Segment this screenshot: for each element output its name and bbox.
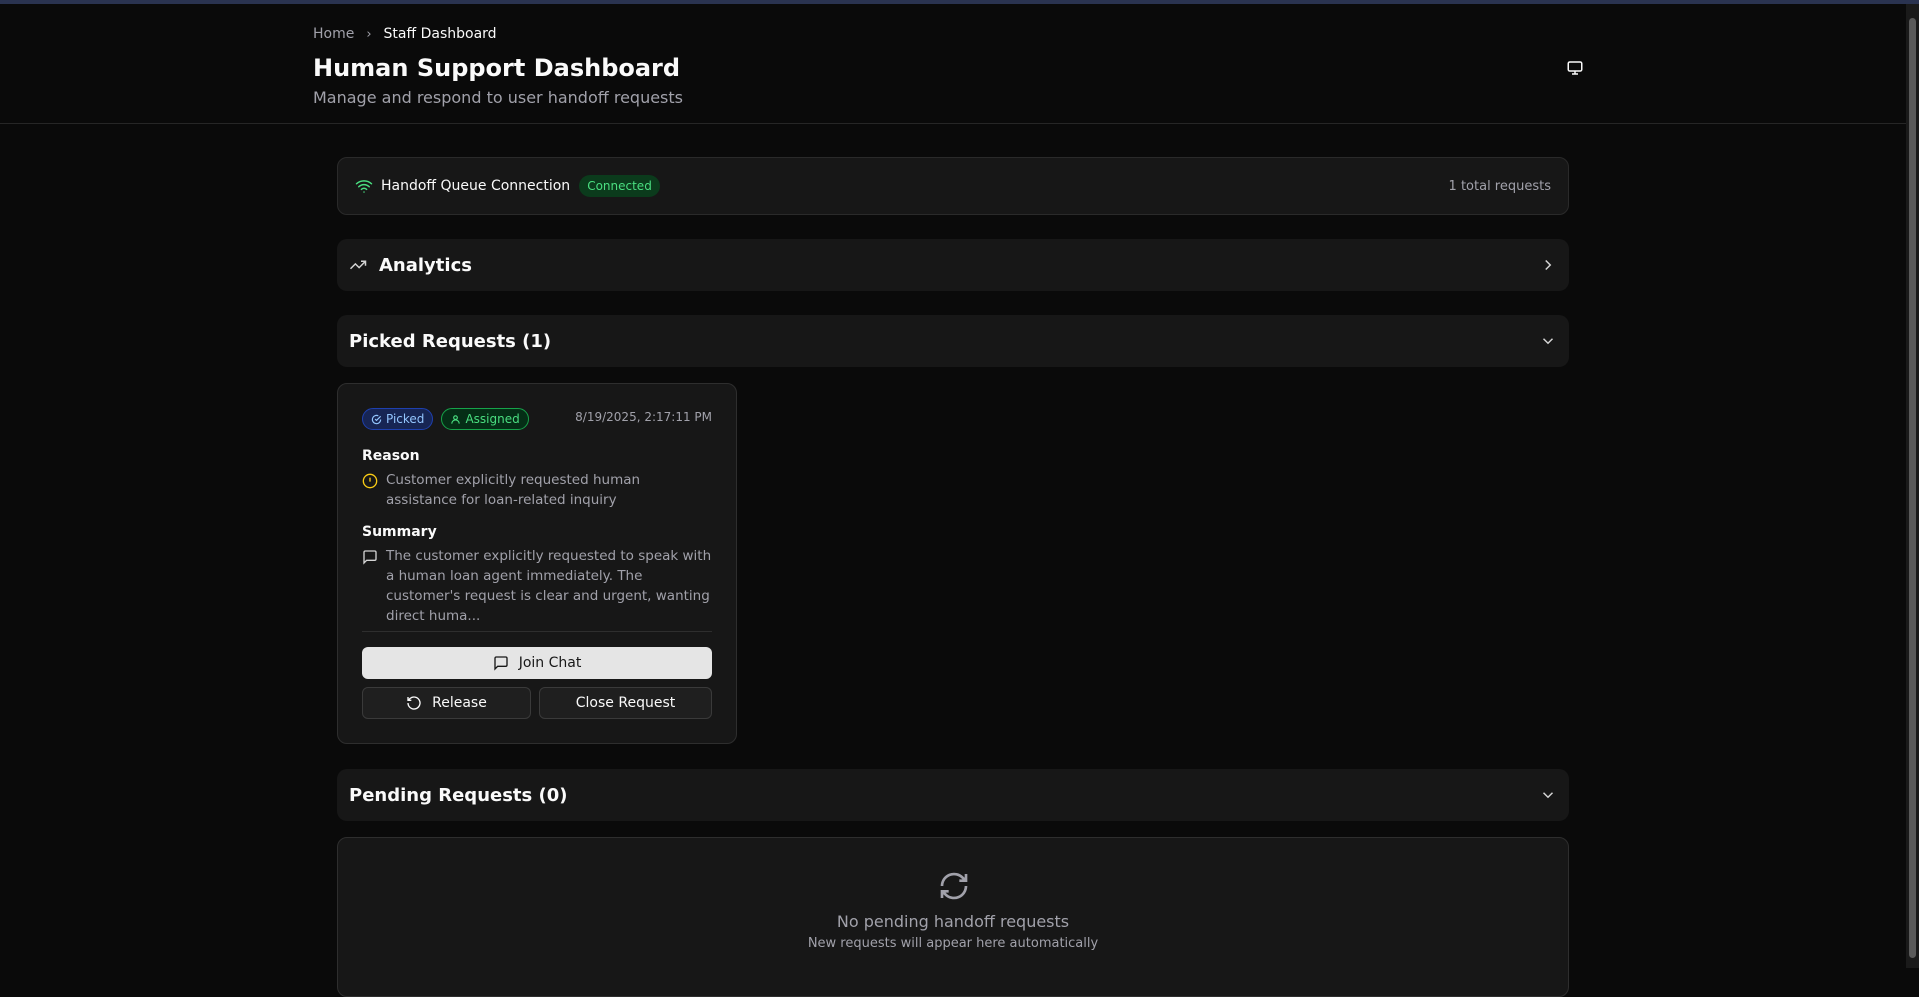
chevron-right-icon xyxy=(1545,259,1552,271)
assigned-badge: Assigned xyxy=(441,408,529,430)
page-subtitle: Manage and respond to user handoff reque… xyxy=(313,88,683,107)
message-square-icon xyxy=(494,656,508,671)
release-label: Release xyxy=(432,695,487,711)
summary-text: The customer explicitly requested to spe… xyxy=(386,548,712,624)
rotate-ccw-icon xyxy=(407,696,421,710)
monitor-icon[interactable] xyxy=(1566,59,1584,77)
reason-heading: Reason xyxy=(362,448,420,464)
picked-badge-label: Picked xyxy=(386,412,425,426)
join-chat-label: Join Chat xyxy=(518,655,582,671)
close-request-button[interactable]: Close Request xyxy=(539,687,712,719)
request-timestamp: 8/19/2025, 2:17:11 PM xyxy=(575,410,712,424)
alert-circle-icon xyxy=(362,473,378,489)
chevron-down-icon xyxy=(1542,792,1554,799)
message-square-icon xyxy=(363,550,377,565)
pending-empty-state: No pending handoff requests New requests… xyxy=(337,837,1569,997)
picked-section-toggle[interactable]: Picked Requests (1) xyxy=(337,315,1569,367)
breadcrumb-current: Staff Dashboard xyxy=(383,26,497,42)
total-requests: 1 total requests xyxy=(1448,178,1551,194)
wifi-icon xyxy=(355,180,373,193)
trending-up-icon xyxy=(349,260,367,270)
picked-badge: Picked xyxy=(362,408,434,430)
scrollbar-thumb[interactable] xyxy=(1909,18,1916,958)
scrollbar[interactable] xyxy=(1906,4,1919,968)
breadcrumb: Home › Staff Dashboard xyxy=(313,26,497,42)
check-circle-icon xyxy=(371,414,382,424)
picked-section-label: Picked Requests (1) xyxy=(349,330,552,352)
join-chat-button[interactable]: Join Chat xyxy=(362,647,712,679)
connection-status-bar: Handoff Queue Connection Connected 1 tot… xyxy=(337,157,1569,215)
release-button[interactable]: Release xyxy=(362,687,531,719)
connection-status-badge: Connected xyxy=(579,175,660,197)
empty-subtitle: New requests will appear here automatica… xyxy=(807,936,1099,951)
refresh-icon xyxy=(940,872,968,900)
summary-heading: Summary xyxy=(362,524,437,540)
page-header: Home › Staff Dashboard Human Support Das… xyxy=(0,4,1906,124)
connection-label: Handoff Queue Connection xyxy=(381,178,571,194)
request-card: Picked Assigned 8/19/2025, 2:17:11 PM Re… xyxy=(337,383,737,744)
pending-section-toggle[interactable]: Pending Requests (0) xyxy=(337,769,1569,821)
pending-section-label: Pending Requests (0) xyxy=(349,784,568,806)
reason-text: Customer explicitly requested human assi… xyxy=(386,472,641,508)
divider xyxy=(362,631,712,632)
assigned-badge-label: Assigned xyxy=(465,412,520,426)
page-title: Human Support Dashboard xyxy=(313,54,681,82)
user-icon xyxy=(451,414,461,424)
breadcrumb-home[interactable]: Home xyxy=(313,26,354,42)
chevron-right-icon: › xyxy=(366,26,372,42)
analytics-label: Analytics xyxy=(379,254,472,276)
close-request-label: Close Request xyxy=(575,695,676,711)
empty-title: No pending handoff requests xyxy=(836,912,1070,931)
chevron-down-icon xyxy=(1542,338,1554,345)
analytics-section-toggle[interactable]: Analytics xyxy=(337,239,1569,291)
